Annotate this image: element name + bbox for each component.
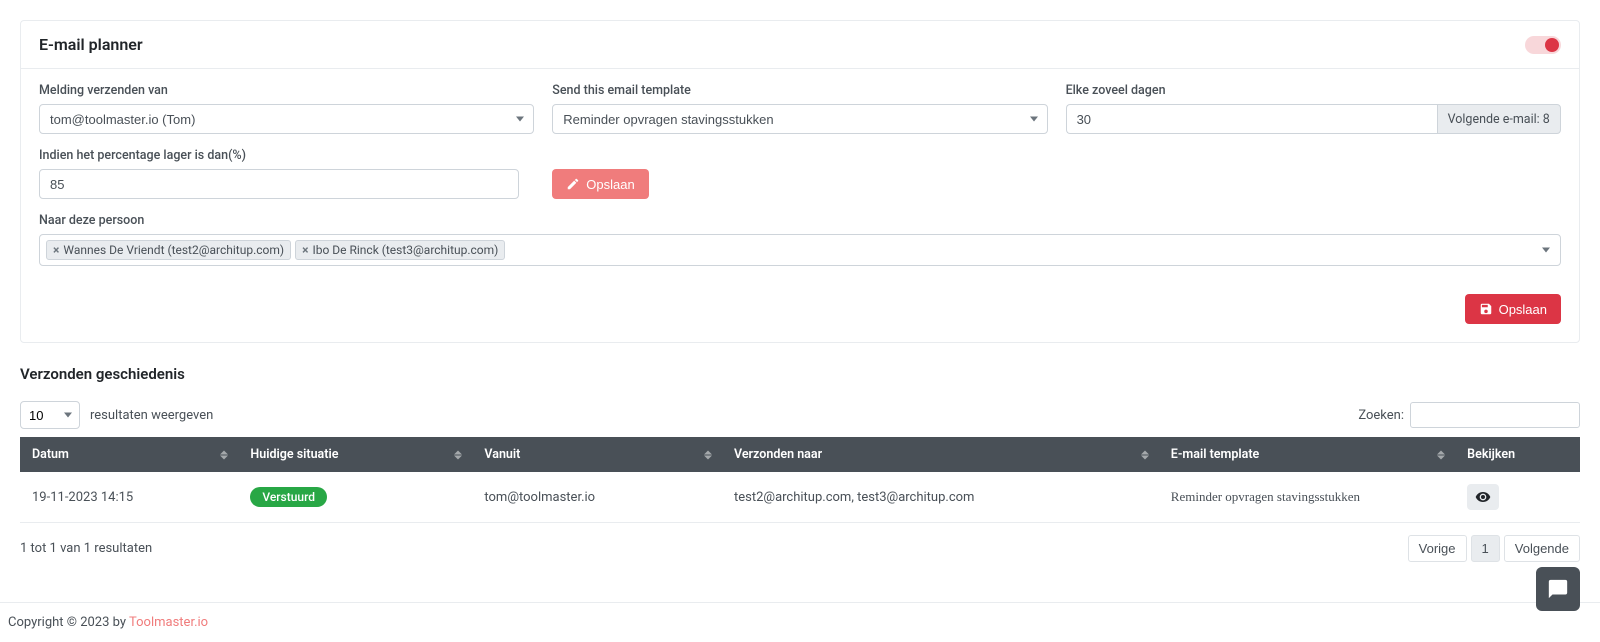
edit-icon xyxy=(566,177,580,191)
view-button[interactable] xyxy=(1467,484,1499,510)
col-view: Bekijken xyxy=(1455,437,1580,472)
sort-icon xyxy=(220,450,228,459)
eye-icon xyxy=(1475,489,1491,505)
col-template[interactable]: E-mail template xyxy=(1159,437,1455,472)
search-label: Zoeken: xyxy=(1358,408,1404,423)
tag-item: × Wannes De Vriendt (test2@architup.com) xyxy=(46,240,291,260)
planner-toggle[interactable] xyxy=(1525,36,1561,54)
percent-label: Indien het percentage lager is dan(%) xyxy=(39,148,534,163)
chat-icon xyxy=(1547,578,1569,600)
cell-status: Verstuurd xyxy=(238,472,472,523)
save-button-footer[interactable]: Opslaan xyxy=(1465,294,1561,324)
save-button-inline[interactable]: Opslaan xyxy=(552,169,648,199)
to-tags-input[interactable]: × Wannes De Vriendt (test2@architup.com)… xyxy=(39,234,1561,266)
chat-fab[interactable] xyxy=(1536,567,1580,611)
card-title: E-mail planner xyxy=(39,35,143,54)
col-to[interactable]: Verzonden naar xyxy=(722,437,1159,472)
card-header: E-mail planner xyxy=(21,21,1579,69)
chevron-down-icon xyxy=(1542,248,1550,253)
table-row: 19-11-2023 14:15 Verstuurd tom@toolmaste… xyxy=(20,472,1580,523)
tag-remove-icon[interactable]: × xyxy=(53,243,59,257)
table-info: 1 tot 1 van 1 resultaten xyxy=(20,541,152,556)
history-table: Datum Huidige situatie Vanuit Verzonden … xyxy=(20,437,1580,523)
template-label: Send this email template xyxy=(552,83,1047,98)
page-length-select[interactable]: 10 xyxy=(20,401,80,429)
save-button-inline-label: Opslaan xyxy=(586,177,634,192)
days-label: Elke zoveel dagen xyxy=(1066,83,1561,98)
cell-view xyxy=(1455,472,1580,523)
cell-template: Reminder opvragen stavingsstukken xyxy=(1159,472,1455,523)
history-section: Verzonden geschiedenis 10 resultaten wee… xyxy=(20,365,1580,562)
history-title: Verzonden geschiedenis xyxy=(20,365,1580,383)
days-input[interactable] xyxy=(1066,104,1437,134)
next-button[interactable]: Volgende xyxy=(1504,535,1580,562)
template-select[interactable] xyxy=(552,104,1047,134)
card-footer: Opslaan xyxy=(21,280,1579,342)
to-label: Naar deze persoon xyxy=(39,213,1561,228)
sort-icon xyxy=(704,450,712,459)
col-from[interactable]: Vanuit xyxy=(472,437,722,472)
tag-label: Wannes De Vriendt (test2@architup.com) xyxy=(63,243,284,257)
save-icon xyxy=(1479,302,1493,316)
cell-date: 19-11-2023 14:15 xyxy=(20,472,238,523)
tag-item: × Ibo De Rinck (test3@architup.com) xyxy=(295,240,505,260)
footer-text: Copyright © 2023 by xyxy=(8,615,129,630)
status-badge: Verstuurd xyxy=(250,487,327,507)
from-select[interactable] xyxy=(39,104,534,134)
cell-from: tom@toolmaster.io xyxy=(472,472,722,523)
cell-to: test2@architup.com, test3@architup.com xyxy=(722,472,1159,523)
sort-icon xyxy=(1141,450,1149,459)
col-status[interactable]: Huidige situatie xyxy=(238,437,472,472)
percent-input[interactable] xyxy=(39,169,519,199)
page-length-label: resultaten weergeven xyxy=(90,408,213,423)
page-1-button[interactable]: 1 xyxy=(1471,535,1500,562)
sort-icon xyxy=(1437,450,1445,459)
footer-link[interactable]: Toolmaster.io xyxy=(129,615,208,630)
search-input[interactable] xyxy=(1410,402,1580,428)
sort-icon xyxy=(454,450,462,459)
tag-remove-icon[interactable]: × xyxy=(302,243,308,257)
tag-label: Ibo De Rinck (test3@architup.com) xyxy=(312,243,498,257)
card-body: Melding verzenden van Send this email te… xyxy=(21,69,1579,280)
pagination: Vorige 1 Volgende xyxy=(1408,535,1580,562)
col-date[interactable]: Datum xyxy=(20,437,238,472)
prev-button[interactable]: Vorige xyxy=(1408,535,1467,562)
from-label: Melding verzenden van xyxy=(39,83,534,98)
next-email-addon: Volgende e-mail: 8 xyxy=(1437,104,1561,134)
save-button-footer-label: Opslaan xyxy=(1499,302,1547,317)
page-footer: Copyright © 2023 by Toolmaster.io xyxy=(0,602,1600,642)
email-planner-card: E-mail planner Melding verzenden van Sen… xyxy=(20,20,1580,343)
